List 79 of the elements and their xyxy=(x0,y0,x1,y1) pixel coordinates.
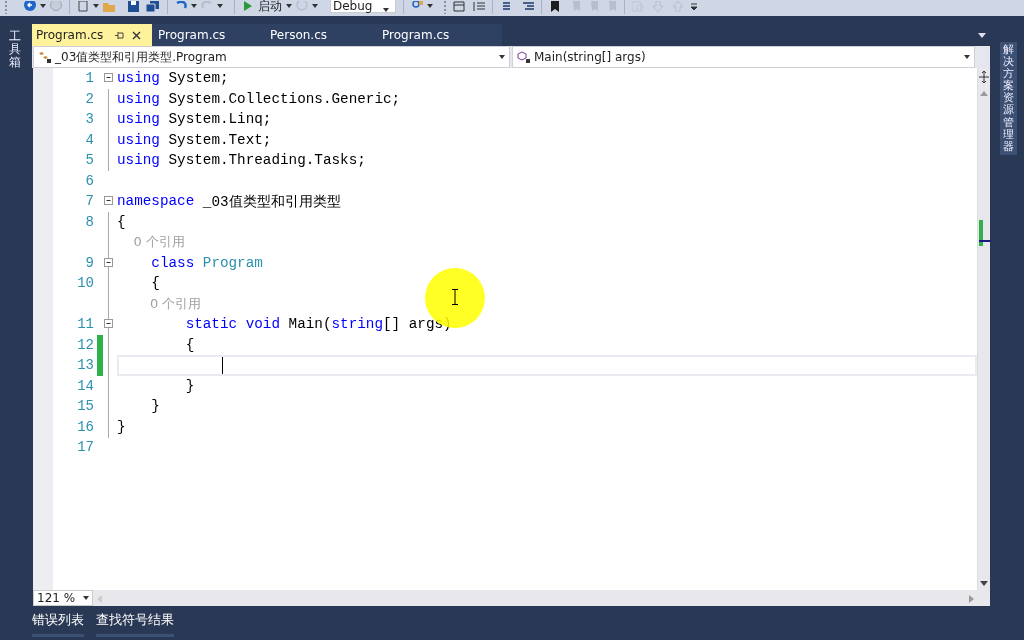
split-icon[interactable] xyxy=(979,71,989,83)
text-cursor-icon xyxy=(452,289,458,305)
line-number: 6 xyxy=(84,172,95,189)
line-number: 12 xyxy=(76,336,95,353)
code-line: using System; xyxy=(117,69,229,89)
caret-icon[interactable] xyxy=(217,4,223,8)
code-line: using System.Collections.Generic; xyxy=(117,89,401,109)
line-number: 9 xyxy=(84,254,95,271)
caret-icon[interactable] xyxy=(383,7,389,12)
caret-icon[interactable] xyxy=(191,4,197,8)
caret-icon[interactable] xyxy=(286,4,292,8)
line-number: 4 xyxy=(84,131,95,148)
code-line: namespace _03值类型和引用类型 xyxy=(117,192,341,212)
panel-icon[interactable] xyxy=(453,0,465,12)
line-number: 10 xyxy=(76,275,95,292)
panel-tab[interactable]: 错误列表 xyxy=(32,612,84,637)
panel-tab[interactable]: 查找符号结果 xyxy=(96,612,174,637)
right-arrow-icon[interactable] xyxy=(969,595,974,603)
line-number: 14 xyxy=(76,377,95,394)
member-dropdown[interactable]: Main(string[] args) xyxy=(512,46,975,68)
tool-window-tab[interactable]: 工具箱 xyxy=(9,30,21,70)
play-icon[interactable] xyxy=(242,0,252,12)
bookmark-icon[interactable] xyxy=(549,0,561,12)
configuration-combo[interactable]: Debug xyxy=(330,0,396,13)
code-line: } xyxy=(150,397,160,417)
caret-position-marker xyxy=(979,240,991,242)
outdent-icon[interactable] xyxy=(500,0,512,12)
method-icon xyxy=(517,51,531,63)
line-number: 5 xyxy=(84,152,95,169)
line-number: 13 xyxy=(76,357,95,374)
file-tab[interactable]: Program.cs xyxy=(32,24,152,46)
down-arrow-icon[interactable] xyxy=(980,581,988,586)
change-marker xyxy=(979,220,983,246)
caret-icon[interactable] xyxy=(312,4,318,8)
up-arrow-icon[interactable] xyxy=(980,91,988,96)
pin-icon[interactable] xyxy=(115,30,125,40)
indent-icon[interactable] xyxy=(522,0,534,12)
code-line: { xyxy=(184,335,195,355)
line-number: 7 xyxy=(84,193,95,210)
tool-window-tab[interactable]: 解决方案资源管理器 xyxy=(1000,42,1017,155)
code-line: static void Main(string[] args) xyxy=(184,315,452,335)
close-icon[interactable] xyxy=(132,30,142,40)
text-caret xyxy=(222,356,223,374)
code-line: } xyxy=(184,376,195,396)
code-line: using System.Linq; xyxy=(117,110,272,130)
line-number: 2 xyxy=(84,90,95,107)
caret-icon[interactable] xyxy=(964,55,970,59)
line-number: 3 xyxy=(84,111,95,128)
overflow-icon[interactable] xyxy=(690,0,698,12)
save-icon[interactable] xyxy=(128,0,140,12)
file-tab[interactable]: Program.cs xyxy=(376,24,488,46)
file-tab[interactable]: Person.cs xyxy=(264,24,376,46)
code-line: class Program xyxy=(150,253,263,273)
code-line: using System.Threading.Tasks; xyxy=(117,151,366,171)
code-line: using System.Text; xyxy=(117,130,272,150)
line-number: 11 xyxy=(76,316,95,333)
caret-icon[interactable] xyxy=(40,4,46,8)
back-icon[interactable] xyxy=(24,0,36,12)
file-tab[interactable]: Program.cs xyxy=(152,24,264,46)
dropdown-icon[interactable] xyxy=(978,32,986,38)
line-number: 1 xyxy=(84,70,95,87)
line-number: 16 xyxy=(76,418,95,435)
code-line: { xyxy=(150,274,160,294)
new-item-icon[interactable] xyxy=(77,0,89,12)
save-all-icon[interactable] xyxy=(146,0,160,12)
caret-icon[interactable] xyxy=(93,4,99,8)
caret-icon[interactable] xyxy=(427,4,433,8)
code-line: } xyxy=(117,417,126,437)
caret-icon[interactable] xyxy=(83,596,89,600)
list-icon[interactable] xyxy=(473,0,485,12)
zoom-combo[interactable]: 121 % xyxy=(33,590,93,606)
line-number: 15 xyxy=(76,398,95,415)
class-icon xyxy=(38,51,52,63)
start-label[interactable]: 启动 xyxy=(258,0,282,15)
caret-icon[interactable] xyxy=(499,55,505,59)
line-number: 8 xyxy=(84,213,95,230)
line-number: 17 xyxy=(76,439,95,456)
type-dropdown[interactable]: _03值类型和引用类型.Program xyxy=(33,46,510,68)
code-line: { xyxy=(117,212,126,232)
